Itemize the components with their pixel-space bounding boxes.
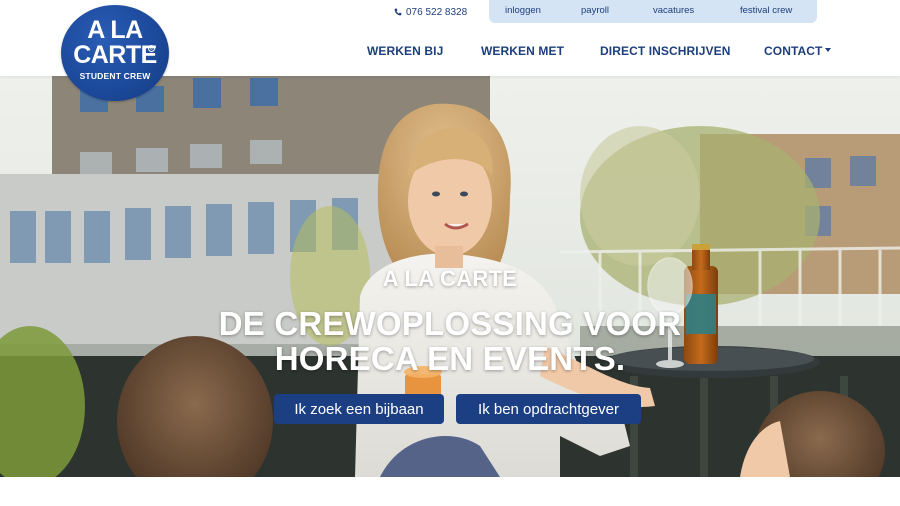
caret-down-icon[interactable] — [825, 48, 831, 52]
nav-direct-inschrijven[interactable]: DIRECT INSCHRIJVEN — [600, 44, 730, 58]
top-link-festival-crew[interactable]: festival crew — [740, 5, 792, 16]
logo-tagline: STUDENT CREW — [79, 71, 151, 81]
nav-werken-bij[interactable]: WERKEN BIJ — [367, 44, 443, 58]
headline-line-1: DE CREWOPLOSSING VOOR — [218, 305, 682, 342]
hero-kicker: A LA CARTE — [382, 266, 518, 291]
site-logo[interactable]: A LA CARTE © STUDENT CREW — [61, 5, 169, 101]
headline-line-2: HORECA EN EVENTS. — [274, 340, 626, 377]
top-link-vacatures[interactable]: vacatures — [653, 5, 694, 16]
nav-werken-met[interactable]: WERKEN MET — [481, 44, 564, 58]
job-seeker-button[interactable]: Ik zoek een bijbaan — [274, 394, 444, 424]
copyright-icon: © — [148, 45, 155, 52]
hero-content: A LA CARTE DE CREWOPLOSSING VOOR HORECA … — [0, 76, 900, 477]
employer-button[interactable]: Ik ben opdrachtgever — [456, 394, 641, 424]
nav-contact[interactable]: CONTACT — [764, 44, 822, 58]
phone-number: 076 522 8328 — [406, 6, 468, 18]
top-link-payroll[interactable]: payroll — [581, 5, 609, 16]
hero-section: A LA CARTE DE CREWOPLOSSING VOOR HORECA … — [0, 76, 900, 477]
logo-line1: A LA — [87, 16, 143, 44]
top-utility-bar: inloggen payroll vacatures festival crew — [489, 0, 817, 23]
top-link-inloggen[interactable]: inloggen — [505, 5, 541, 16]
content-start — [0, 477, 900, 506]
phone-icon — [394, 8, 402, 16]
phone-link[interactable]: 076 522 8328 — [394, 5, 467, 19]
hero-headline: DE CREWOPLOSSING VOOR HORECA EN EVENTS. — [0, 306, 900, 376]
